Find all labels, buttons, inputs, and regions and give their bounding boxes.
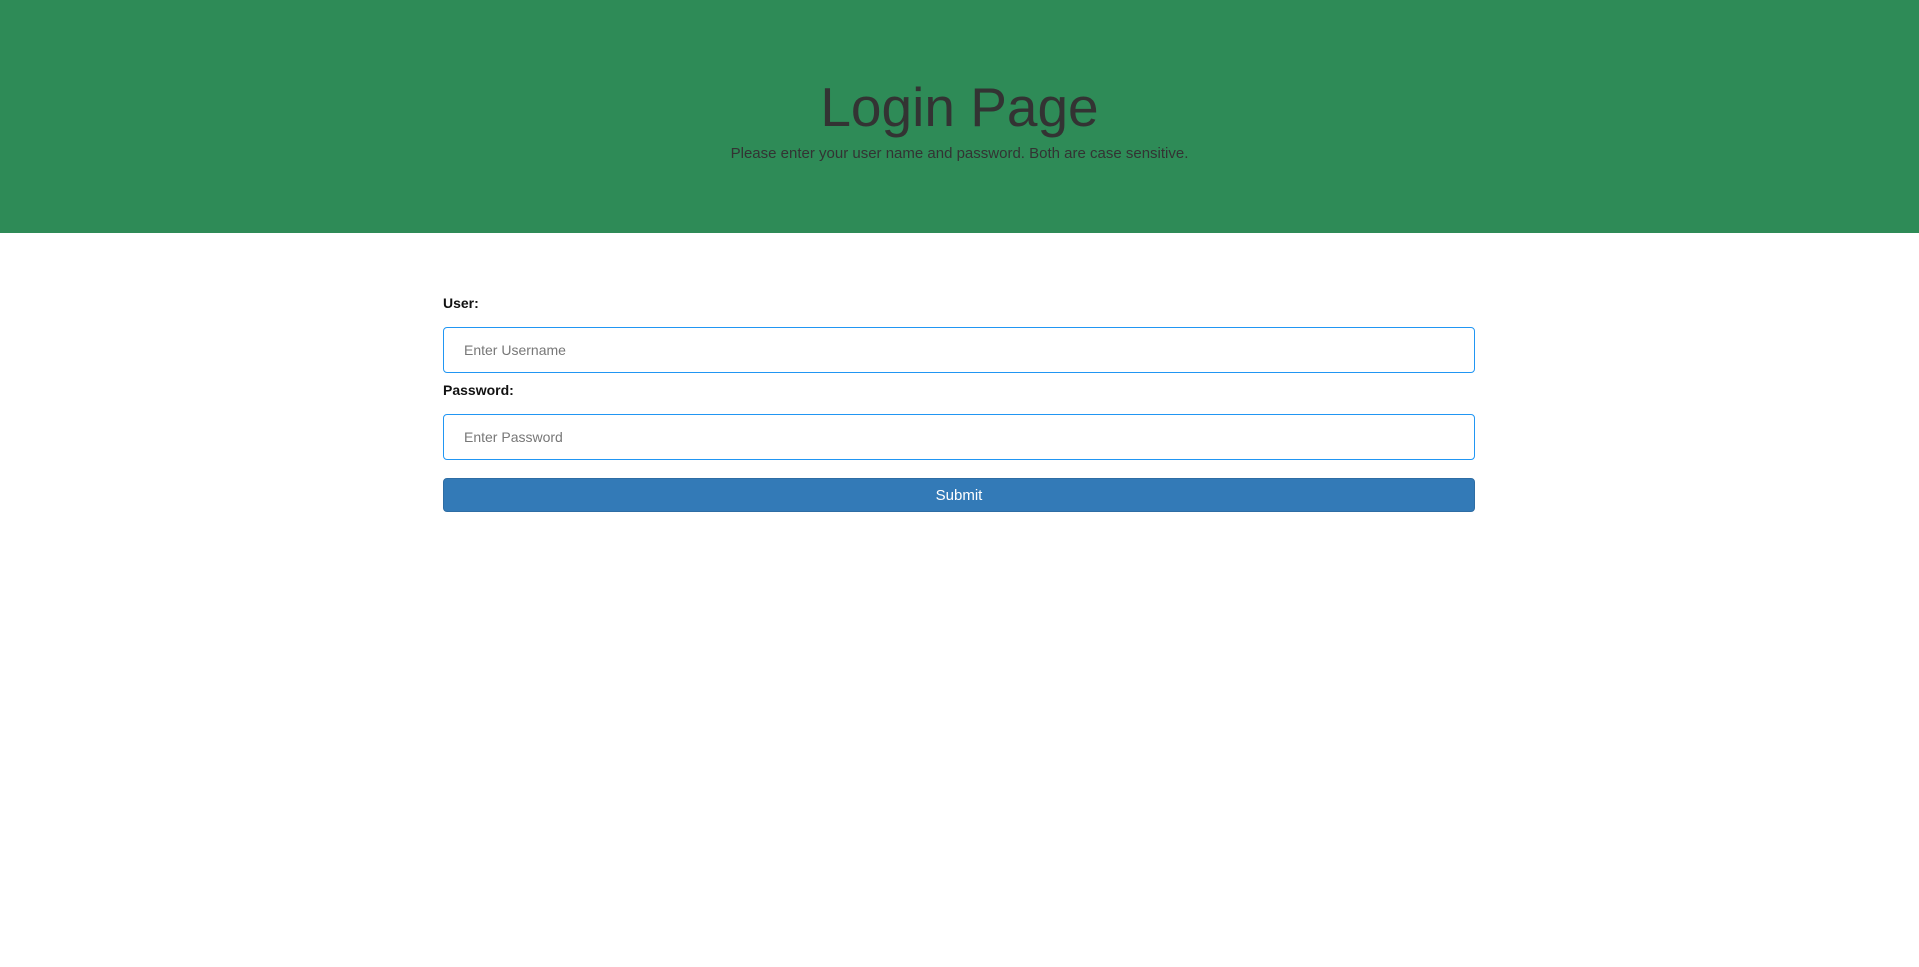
password-input[interactable] — [443, 414, 1475, 460]
password-label: Password: — [443, 382, 514, 398]
username-input[interactable] — [443, 327, 1475, 373]
user-label: User: — [443, 295, 479, 311]
header-banner: Login Page Please enter your user name a… — [0, 0, 1919, 233]
page-subtitle: Please enter your user name and password… — [730, 145, 1189, 162]
submit-button[interactable]: Submit — [443, 478, 1475, 512]
page-title: Login Page — [820, 76, 1099, 138]
